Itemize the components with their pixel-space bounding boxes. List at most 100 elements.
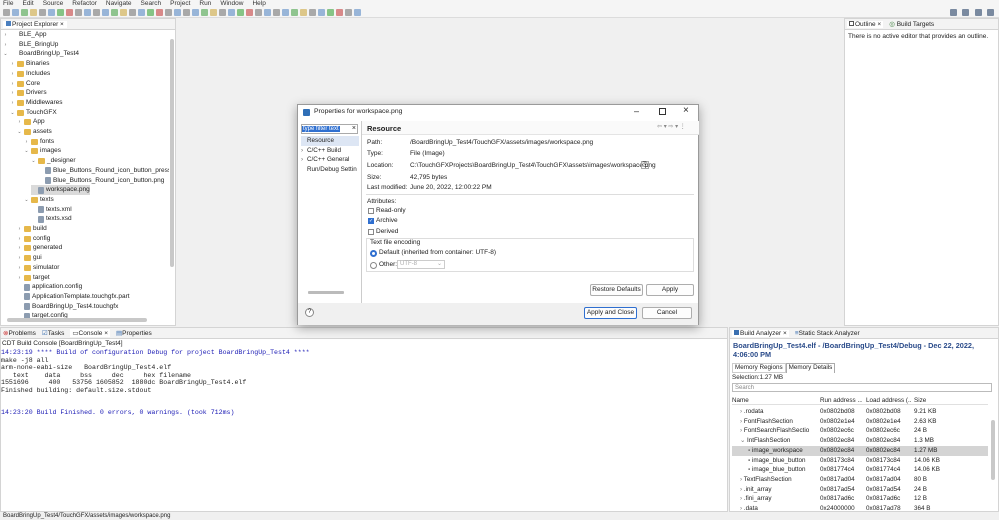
toolbar-button-icon[interactable] — [192, 9, 199, 16]
tree-item[interactable]: › generated — [17, 243, 62, 253]
memory-table-row[interactable]: › TextFlashSection 0x0817ad04 0x0817ad04 80… — [732, 475, 988, 485]
toolbar-button-icon[interactable] — [183, 9, 190, 16]
open-location-icon[interactable]: ⎘ — [641, 161, 649, 169]
twisty-icon[interactable]: › — [17, 234, 22, 244]
twisty-icon[interactable]: ⌄ — [3, 49, 8, 59]
restore-defaults-button[interactable]: Restore Defaults — [590, 284, 643, 296]
memory-table-scrollbar[interactable] — [991, 420, 995, 480]
toolbar-button-icon[interactable] — [21, 9, 28, 16]
toolbar-button-icon[interactable] — [30, 9, 37, 16]
tree-item[interactable]: › BLE_BringUp — [3, 40, 59, 50]
toolbar-button-icon[interactable] — [174, 9, 181, 16]
menu-run[interactable]: Run — [199, 0, 211, 7]
dialog-nav-item[interactable]: › C/C++ Build — [301, 146, 359, 156]
tree-item[interactable]: BoardBringUp_Test4.touchgfx — [17, 302, 118, 312]
toolbar-button-icon[interactable] — [93, 9, 100, 16]
column-header[interactable]: Size — [914, 396, 964, 405]
encoding-select[interactable]: UTF-8 ⌄ — [397, 260, 445, 269]
tree-item[interactable]: ⌄ TouchGFX — [10, 108, 57, 118]
memory-table-row[interactable]: › FontFlashSection 0x0802e1e4 0x0802e1e4 2.… — [732, 417, 988, 427]
dialog-nav-item[interactable]: Resource — [301, 136, 359, 146]
memory-table-row[interactable]: ▪ image_workspace 0x0802ec84 0x0802ec84 1.2… — [732, 445, 988, 456]
memory-table-row[interactable]: › .fini_array 0x0817ad6c 0x0817ad6c 12 B — [732, 494, 988, 504]
toolbar-button-icon[interactable] — [273, 9, 280, 16]
tab-memory-regions[interactable]: Memory Regions — [732, 363, 786, 373]
search-input[interactable]: Search — [732, 383, 992, 392]
toolbar-button-icon[interactable] — [327, 9, 334, 16]
close-icon[interactable]: × — [683, 105, 689, 116]
tree-item[interactable]: › Core — [10, 79, 40, 89]
sash[interactable] — [361, 121, 362, 303]
perspective-icon[interactable] — [962, 9, 969, 16]
tab-build-targets[interactable]: ◎ Build Targets — [889, 20, 934, 28]
tree-item[interactable]: texts.xsd — [31, 214, 72, 224]
toolbar-button-icon[interactable] — [111, 9, 118, 16]
twisty-icon[interactable]: › — [17, 117, 22, 127]
twisty-icon[interactable]: › — [17, 253, 22, 263]
toolbar-button-icon[interactable] — [66, 9, 73, 16]
memory-table[interactable]: › .rodata 0x0802bd08 0x0802bd08 9.21 KB › Fo… — [732, 407, 988, 511]
console-output[interactable]: 14:23:19 **** Build of configuration Deb… — [1, 349, 721, 417]
tree-item[interactable]: ⌄ _designer — [31, 156, 76, 166]
toolbar-button-icon[interactable] — [228, 9, 235, 16]
default-encoding-radio[interactable] — [370, 250, 377, 257]
tab-problems[interactable]: ⊗Problems — [3, 329, 36, 337]
dialog-nav-item[interactable]: › C/C++ General — [301, 155, 359, 165]
toolbar-button-icon[interactable] — [3, 9, 10, 16]
tree-item[interactable]: › Middlewares — [10, 98, 63, 108]
menu-edit[interactable]: Edit — [22, 0, 33, 7]
toolbar-button-icon[interactable] — [264, 9, 271, 16]
toolbar-button-icon[interactable] — [156, 9, 163, 16]
twisty-icon[interactable]: ⌄ — [17, 127, 22, 137]
toolbar-button-icon[interactable] — [336, 9, 343, 16]
tree-item[interactable]: ⌄ texts — [24, 195, 54, 205]
toolbar-button-icon[interactable] — [345, 9, 352, 16]
tree-item[interactable]: › Drivers — [10, 88, 47, 98]
toolbar-button-icon[interactable] — [147, 9, 154, 16]
filter-input[interactable]: type filter text × — [301, 124, 358, 134]
tree-item[interactable]: Blue_Buttons_Round_icon_button.png — [38, 176, 164, 186]
menu-source[interactable]: Source — [43, 0, 64, 7]
toolbar-button-icon[interactable] — [282, 9, 289, 16]
project-explorer-tab[interactable]: Project Explorer × — [3, 20, 67, 28]
tree-item[interactable]: › App — [17, 117, 45, 127]
other-encoding-radio[interactable] — [370, 262, 377, 269]
toolbar-button-icon[interactable] — [48, 9, 55, 16]
tree-item[interactable]: › simulator — [17, 263, 59, 273]
toolbar-button-icon[interactable] — [237, 9, 244, 16]
readonly-checkbox[interactable] — [368, 208, 374, 214]
twisty-icon[interactable]: › — [17, 224, 22, 234]
derived-checkbox[interactable] — [368, 229, 374, 235]
memory-table-row[interactable]: ▪ image_blue_button 0x081774c4 0x081774c4 1… — [732, 465, 988, 475]
toolbar-button-icon[interactable] — [102, 9, 109, 16]
toolbar-button-icon[interactable] — [309, 9, 316, 16]
tree-item[interactable]: ApplicationTemplate.touchgfx.part — [17, 292, 130, 302]
twisty-icon[interactable]: › — [3, 40, 8, 50]
tab-console[interactable]: ▭Console × — [70, 329, 110, 337]
tree-item[interactable]: › Binaries — [10, 59, 49, 69]
toolbar-button-icon[interactable] — [129, 9, 136, 16]
tab-outline[interactable]: Outline × — [847, 20, 884, 28]
twisty-icon[interactable]: ⌄ — [24, 146, 29, 156]
tree-item[interactable]: ⌄ images — [24, 146, 61, 156]
toolbar-button-icon[interactable] — [75, 9, 82, 16]
menu-help[interactable]: Help — [252, 0, 265, 7]
tree-item[interactable]: › Includes — [10, 69, 50, 79]
toolbar-button-icon[interactable] — [255, 9, 262, 16]
memory-table-row[interactable]: › .init_array 0x0817ad54 0x0817ad54 24 B — [732, 485, 988, 495]
tree-item[interactable]: ⌄ assets — [17, 127, 52, 137]
tree-item[interactable]: › build — [17, 224, 47, 234]
toolbar-button-icon[interactable] — [12, 9, 19, 16]
tree-item[interactable]: › BLE_App — [3, 30, 47, 40]
maximize-icon[interactable] — [659, 108, 666, 115]
tree-item[interactable]: Blue_Buttons_Round_icon_button_presse — [38, 166, 169, 176]
toolbar-button-icon[interactable] — [210, 9, 217, 16]
project-tree[interactable]: › BLE_App › BLE_BringUp ⌄ BoardBringUp_Test4 ›… — [1, 30, 169, 320]
tab-tasks[interactable]: ☑Tasks — [42, 329, 64, 337]
menu-refactor[interactable]: Refactor — [72, 0, 97, 7]
menu-file[interactable]: File — [3, 0, 13, 7]
twisty-icon[interactable]: › — [10, 88, 15, 98]
toolbar-button-icon[interactable] — [165, 9, 172, 16]
twisty-icon[interactable]: › — [17, 273, 22, 283]
archive-checkbox[interactable]: ✓ — [368, 218, 374, 224]
